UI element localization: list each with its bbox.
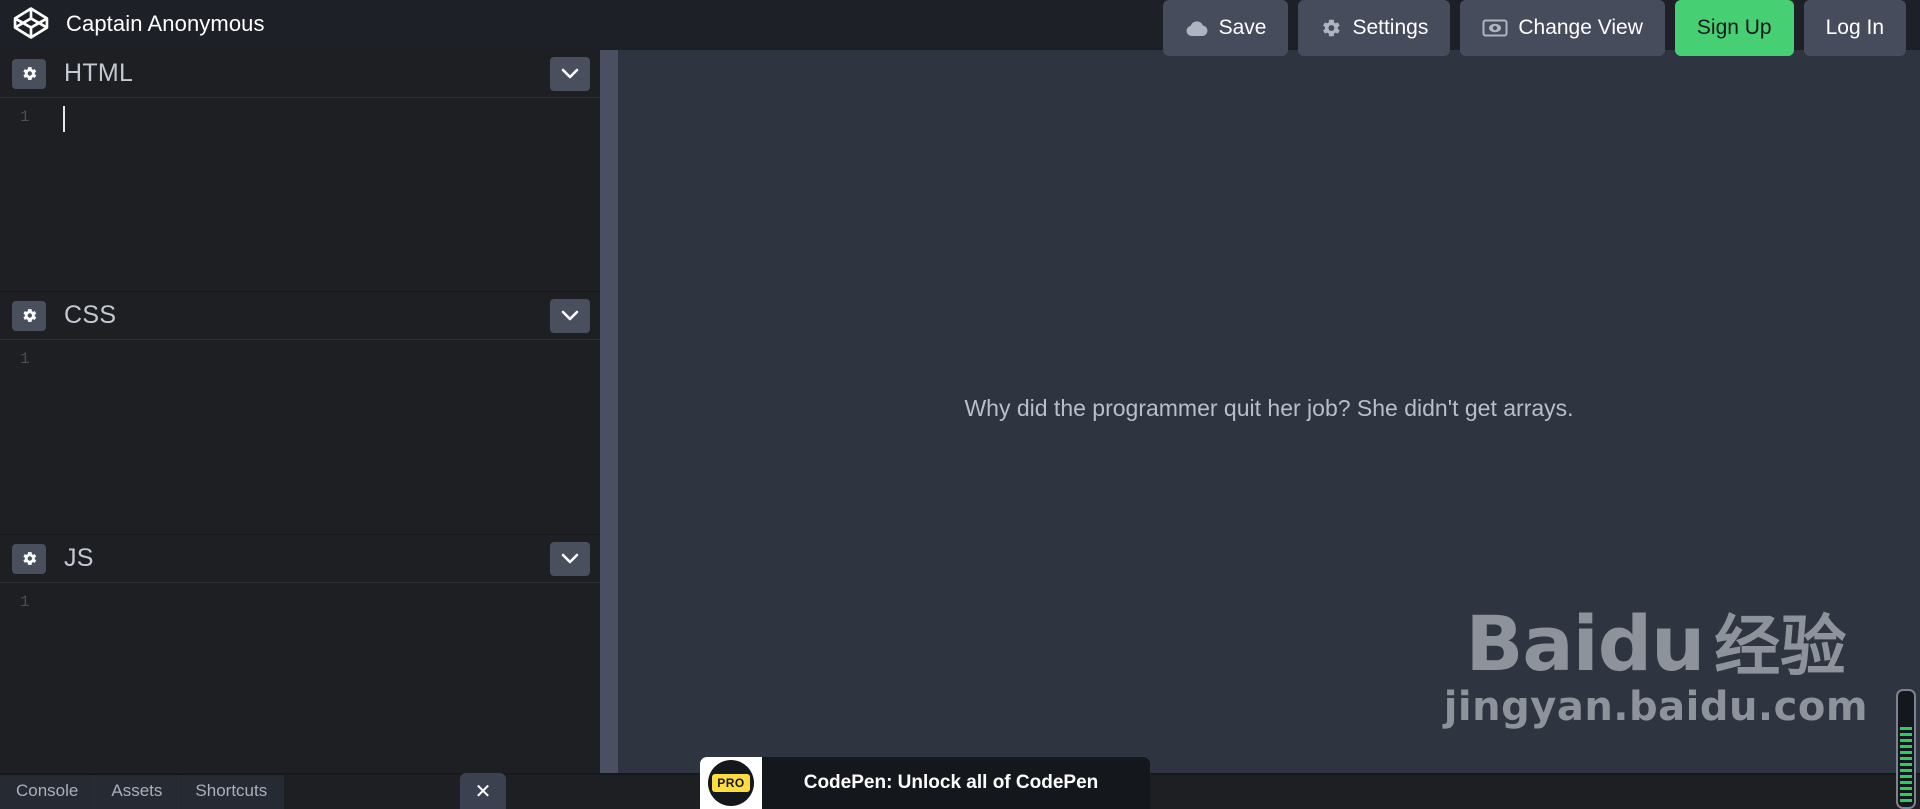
brand[interactable]: Captain Anonymous: [0, 0, 265, 50]
green-striped-scroll-indicator[interactable]: [1896, 689, 1916, 809]
log-in-button[interactable]: Log In: [1803, 0, 1906, 56]
gear-icon: [1320, 17, 1342, 39]
tab-shortcuts[interactable]: Shortcuts: [179, 773, 285, 809]
watermark-chinese-label: 经验: [1714, 608, 1847, 685]
js-panel-title: JS: [64, 544, 94, 572]
tab-console[interactable]: Console: [0, 773, 96, 809]
codepen-editor-window: Captain Anonymous Save Settings Change V…: [0, 0, 1920, 809]
css-settings-gear-icon[interactable]: [12, 300, 46, 331]
change-view-button-label: Change View: [1518, 16, 1643, 39]
js-panel-header: JS: [0, 535, 600, 583]
tab-shortcuts-label: Shortcuts: [195, 781, 268, 800]
settings-button-label: Settings: [1352, 16, 1429, 39]
baidu-jingyan-watermark: Baidu 经验 jingyan.baidu.com: [1443, 598, 1868, 730]
js-collapse-chevron-down-icon[interactable]: [550, 541, 590, 576]
preview-joke-text: Why did the programmer quit her job? She…: [964, 395, 1574, 421]
eye-icon: [1482, 18, 1508, 38]
tab-assets[interactable]: Assets: [95, 773, 180, 809]
save-button-label: Save: [1218, 16, 1267, 39]
codepen-logo-icon: [12, 4, 50, 42]
tab-assets-label: Assets: [111, 781, 163, 800]
scroll-indicator-fill: [1900, 727, 1912, 805]
html-settings-gear-icon[interactable]: [12, 58, 46, 89]
toolbar-actions: Save Settings Change View Sign Up Log In: [1162, 0, 1920, 56]
editor-column: HTML 1 CSS 1 JS 1: [0, 50, 600, 785]
editor-preview-resize-handle[interactable]: [600, 50, 618, 785]
css-line-number: 1: [20, 350, 30, 368]
js-line-number: 1: [20, 593, 30, 611]
pro-promo-banner[interactable]: PRO CodePen: Unlock all of CodePen: [700, 757, 1150, 809]
css-collapse-chevron-down-icon[interactable]: [550, 298, 590, 333]
sign-up-button[interactable]: Sign Up: [1674, 0, 1794, 56]
html-panel-header: HTML: [0, 50, 600, 98]
cloud-icon: [1185, 19, 1209, 37]
html-collapse-chevron-down-icon[interactable]: [550, 56, 590, 91]
css-editor-panel: CSS 1: [0, 292, 600, 538]
html-line-number: 1: [20, 108, 30, 126]
promo-close-glyph: ✕: [474, 780, 492, 803]
css-panel-title: CSS: [64, 301, 117, 329]
log-in-button-label: Log In: [1825, 16, 1884, 39]
html-editor-panel: HTML 1: [0, 50, 600, 295]
close-icon[interactable]: ✕: [460, 773, 506, 809]
js-settings-gear-icon[interactable]: [12, 543, 46, 574]
tab-console-label: Console: [16, 781, 79, 800]
html-text-caret: [63, 106, 65, 132]
pro-badge: PRO: [700, 757, 762, 809]
pro-badge-circle: PRO: [708, 760, 754, 806]
change-view-button[interactable]: Change View: [1460, 0, 1665, 56]
css-code-area[interactable]: 1: [0, 340, 600, 534]
pen-owner-title: Captain Anonymous: [66, 11, 265, 36]
pro-promo-message: CodePen: Unlock all of CodePen: [803, 772, 1099, 793]
js-editor-panel: JS 1: [0, 535, 600, 785]
top-toolbar: Captain Anonymous Save Settings Change V…: [0, 0, 1920, 56]
js-code-area[interactable]: 1: [0, 583, 600, 785]
html-panel-title: HTML: [64, 59, 134, 87]
settings-button[interactable]: Settings: [1298, 0, 1451, 56]
watermark-url: jingyan.baidu.com: [1443, 684, 1868, 730]
save-button[interactable]: Save: [1162, 0, 1289, 56]
css-panel-header: CSS: [0, 292, 600, 340]
pro-badge-label: PRO: [712, 774, 750, 792]
watermark-brand: Baidu: [1465, 598, 1705, 688]
preview-pane: Why did the programmer quit her job? She…: [618, 50, 1920, 785]
html-code-area[interactable]: 1: [0, 98, 600, 291]
sign-up-button-label: Sign Up: [1696, 16, 1772, 39]
